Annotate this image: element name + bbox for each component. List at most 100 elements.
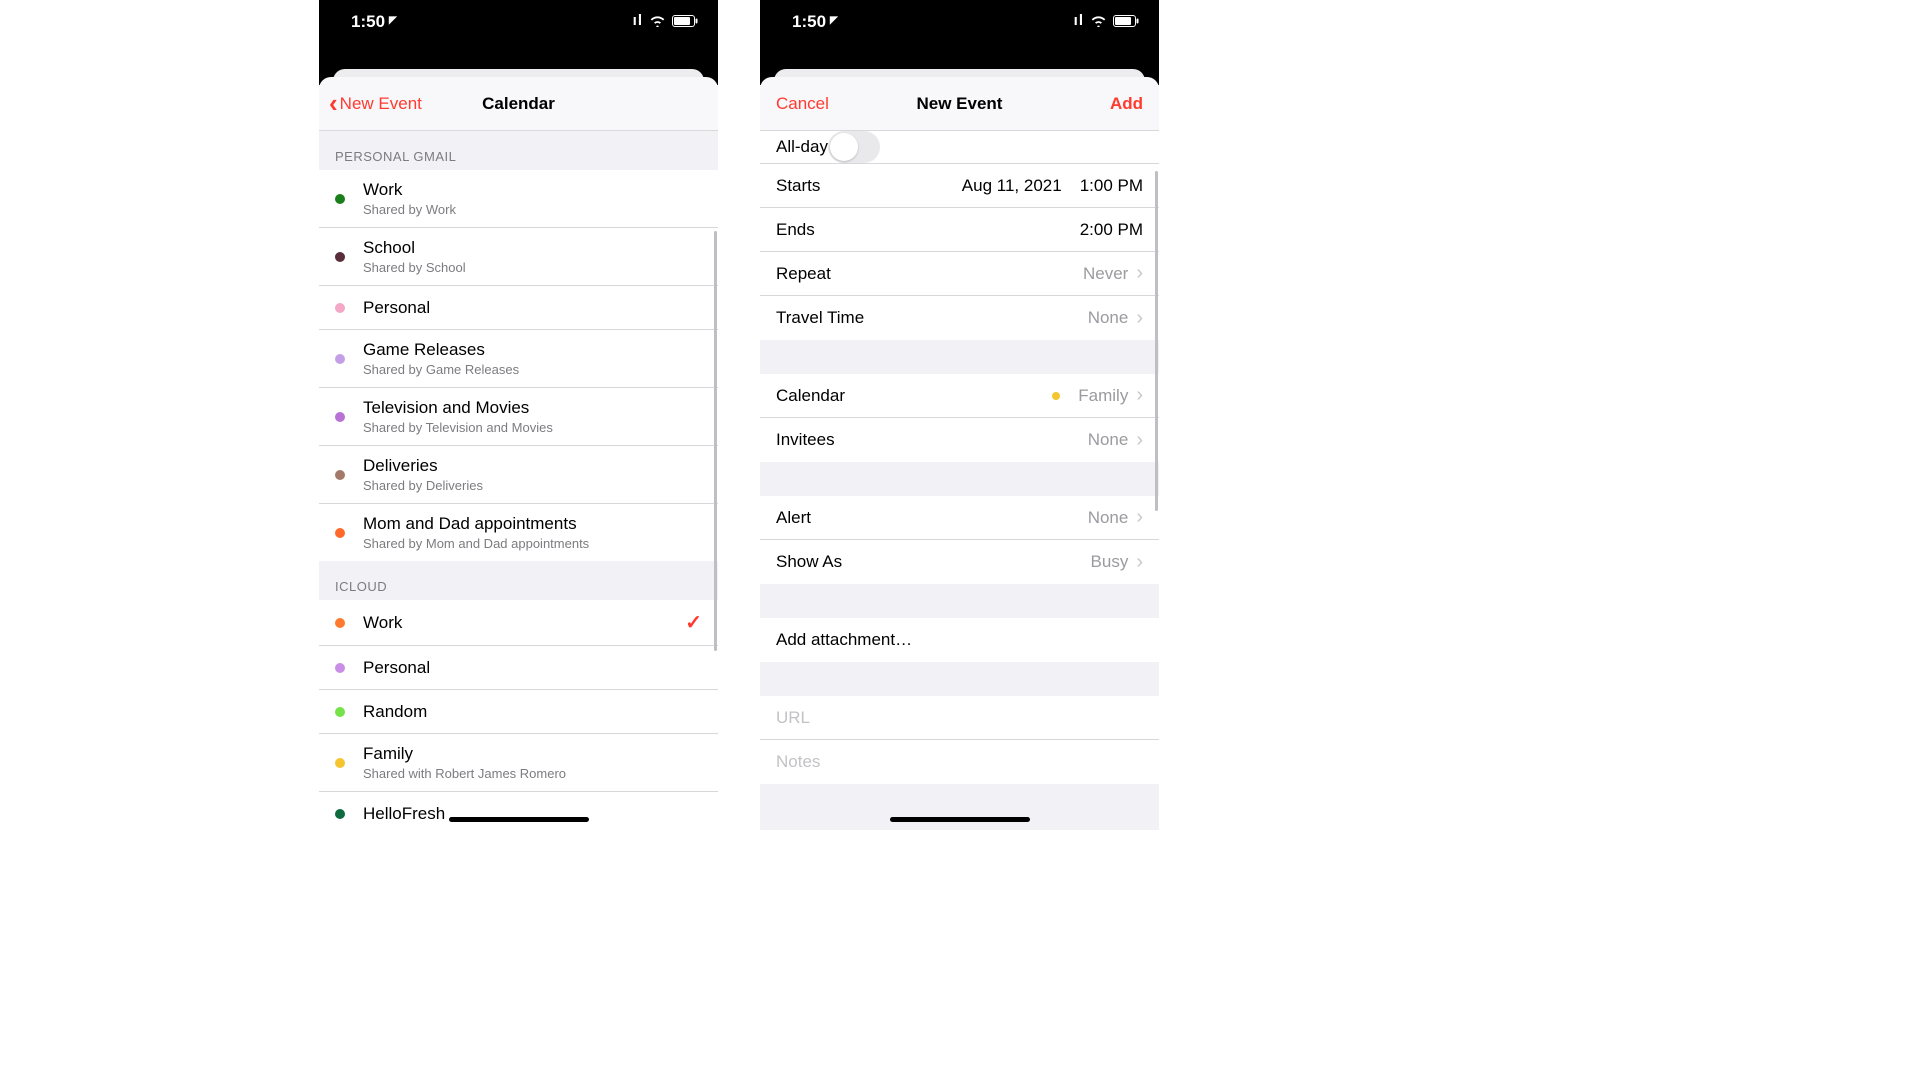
status-time: 1:50 <box>792 12 826 32</box>
allday-toggle[interactable] <box>828 131 880 163</box>
calendar-sub: Shared by Game Releases <box>363 362 702 377</box>
section-gap <box>760 462 1159 496</box>
nav-bar: ‹ New Event Calendar <box>319 77 718 131</box>
section-gap <box>760 340 1159 374</box>
calendar-color-dot <box>335 470 345 480</box>
calendar-name: Mom and Dad appointments <box>363 514 702 534</box>
url-field[interactable]: URL <box>760 696 1159 740</box>
calendar-name: Random <box>363 702 702 722</box>
signal-icon: ıl <box>633 12 643 29</box>
attachment-label: Add attachment… <box>776 630 912 650</box>
signal-icon: ıl <box>1074 12 1084 29</box>
phone-new-event: 1:50 ◤ ıl Cancel New Event Add All-day S… <box>760 0 1159 830</box>
ends-time[interactable]: 2:00 PM <box>1080 220 1143 240</box>
calendar-row[interactable]: Random <box>319 690 718 734</box>
ends-row[interactable]: Ends 2:00 PM <box>760 208 1159 252</box>
calendar-color-dot <box>335 412 345 422</box>
calendar-color-dot <box>335 663 345 673</box>
alert-value: None <box>1088 508 1129 528</box>
calendar-color-dot <box>335 194 345 204</box>
calendar-row[interactable]: Personal <box>319 286 718 330</box>
calendar-name: Work <box>363 180 702 200</box>
calendar-color-dot <box>335 758 345 768</box>
showas-label: Show As <box>776 552 842 572</box>
location-icon: ◤ <box>830 15 838 26</box>
phone-calendar-picker: 1:50 ◤ ıl ‹ New Event Calendar PERSONAL … <box>319 0 718 830</box>
chevron-right-icon: › <box>1136 384 1143 407</box>
invitees-value: None <box>1088 430 1129 450</box>
section-gap <box>760 662 1159 696</box>
battery-icon <box>672 15 698 27</box>
cancel-button[interactable]: Cancel <box>776 94 829 114</box>
calendar-label: Calendar <box>776 386 845 406</box>
status-time: 1:50 <box>351 12 385 32</box>
alert-row[interactable]: Alert None › <box>760 496 1159 540</box>
calendar-name: Game Releases <box>363 340 702 360</box>
scrollbar[interactable] <box>714 231 717 651</box>
calendar-row[interactable]: DeliveriesShared by Deliveries <box>319 446 718 504</box>
calendar-sub: Shared by Work <box>363 202 702 217</box>
calendar-value: Family <box>1078 386 1128 406</box>
calendar-color-dot <box>335 707 345 717</box>
url-placeholder: URL <box>776 708 810 728</box>
status-bar: 1:50 ◤ ıl <box>760 0 1159 65</box>
home-indicator[interactable] <box>890 817 1030 822</box>
calendar-name: Personal <box>363 658 702 678</box>
calendar-row[interactable]: Personal <box>319 646 718 690</box>
chevron-right-icon: › <box>1136 551 1143 574</box>
travel-value: None <box>1088 308 1129 328</box>
event-form-scroll[interactable]: All-day Starts Aug 11, 2021 1:00 PM Ends… <box>760 131 1159 830</box>
notes-placeholder: Notes <box>776 752 820 772</box>
starts-date[interactable]: Aug 11, 2021 <box>962 176 1062 196</box>
scrollbar[interactable] <box>1155 171 1158 511</box>
starts-time[interactable]: 1:00 PM <box>1080 176 1143 196</box>
calendar-row[interactable]: Work✓ <box>319 600 718 646</box>
chevron-right-icon: › <box>1136 262 1143 285</box>
calendar-color-dot <box>335 354 345 364</box>
calendar-row[interactable]: HelloFresh <box>319 792 718 830</box>
travel-row[interactable]: Travel Time None › <box>760 296 1159 340</box>
allday-row[interactable]: All-day <box>760 131 1159 164</box>
calendar-row[interactable]: Calendar Family › <box>760 374 1159 418</box>
add-button[interactable]: Add <box>1110 94 1143 114</box>
chevron-right-icon: › <box>1136 506 1143 529</box>
section-gap <box>760 584 1159 618</box>
calendar-sub: Shared by Deliveries <box>363 478 702 493</box>
wifi-icon <box>649 15 666 27</box>
page-title: New Event <box>917 94 1003 114</box>
back-label: New Event <box>340 94 422 114</box>
location-icon: ◤ <box>389 15 397 26</box>
alert-label: Alert <box>776 508 811 528</box>
calendar-name: School <box>363 238 702 258</box>
calendar-color-dot <box>1052 392 1060 400</box>
invitees-row[interactable]: Invitees None › <box>760 418 1159 462</box>
back-button[interactable]: ‹ New Event <box>329 94 422 114</box>
calendar-row[interactable]: FamilyShared with Robert James Romero <box>319 734 718 792</box>
calendar-color-dot <box>335 809 345 819</box>
calendar-sub: Shared with Robert James Romero <box>363 766 702 781</box>
chevron-right-icon: › <box>1136 307 1143 330</box>
ends-label: Ends <box>776 220 815 240</box>
calendar-list-scroll[interactable]: PERSONAL GMAIL Work Shared by Work School Sh… <box>319 131 718 830</box>
battery-icon <box>1113 15 1139 27</box>
calendar-row[interactable]: Game Releases Shared by Game Releases <box>319 330 718 388</box>
notes-field[interactable]: Notes <box>760 740 1159 784</box>
starts-row[interactable]: Starts Aug 11, 2021 1:00 PM <box>760 164 1159 208</box>
attachment-row[interactable]: Add attachment… <box>760 618 1159 662</box>
calendar-sub: Shared by School <box>363 260 702 275</box>
chevron-right-icon: › <box>1136 429 1143 452</box>
calendar-color-dot <box>335 528 345 538</box>
calendar-row[interactable]: Work Shared by Work <box>319 170 718 228</box>
calendar-row[interactable]: Television and MoviesShared by Televisio… <box>319 388 718 446</box>
repeat-row[interactable]: Repeat Never › <box>760 252 1159 296</box>
travel-label: Travel Time <box>776 308 864 328</box>
repeat-value: Never <box>1083 264 1128 284</box>
status-bar: 1:50 ◤ ıl <box>319 0 718 65</box>
calendar-row[interactable]: School Shared by School <box>319 228 718 286</box>
section-header: PERSONAL GMAIL <box>319 131 718 170</box>
calendar-color-dot <box>335 618 345 628</box>
showas-row[interactable]: Show As Busy › <box>760 540 1159 584</box>
calendar-name: Television and Movies <box>363 398 702 418</box>
calendar-row[interactable]: Mom and Dad appointmentsShared by Mom an… <box>319 504 718 561</box>
home-indicator[interactable] <box>449 817 589 822</box>
